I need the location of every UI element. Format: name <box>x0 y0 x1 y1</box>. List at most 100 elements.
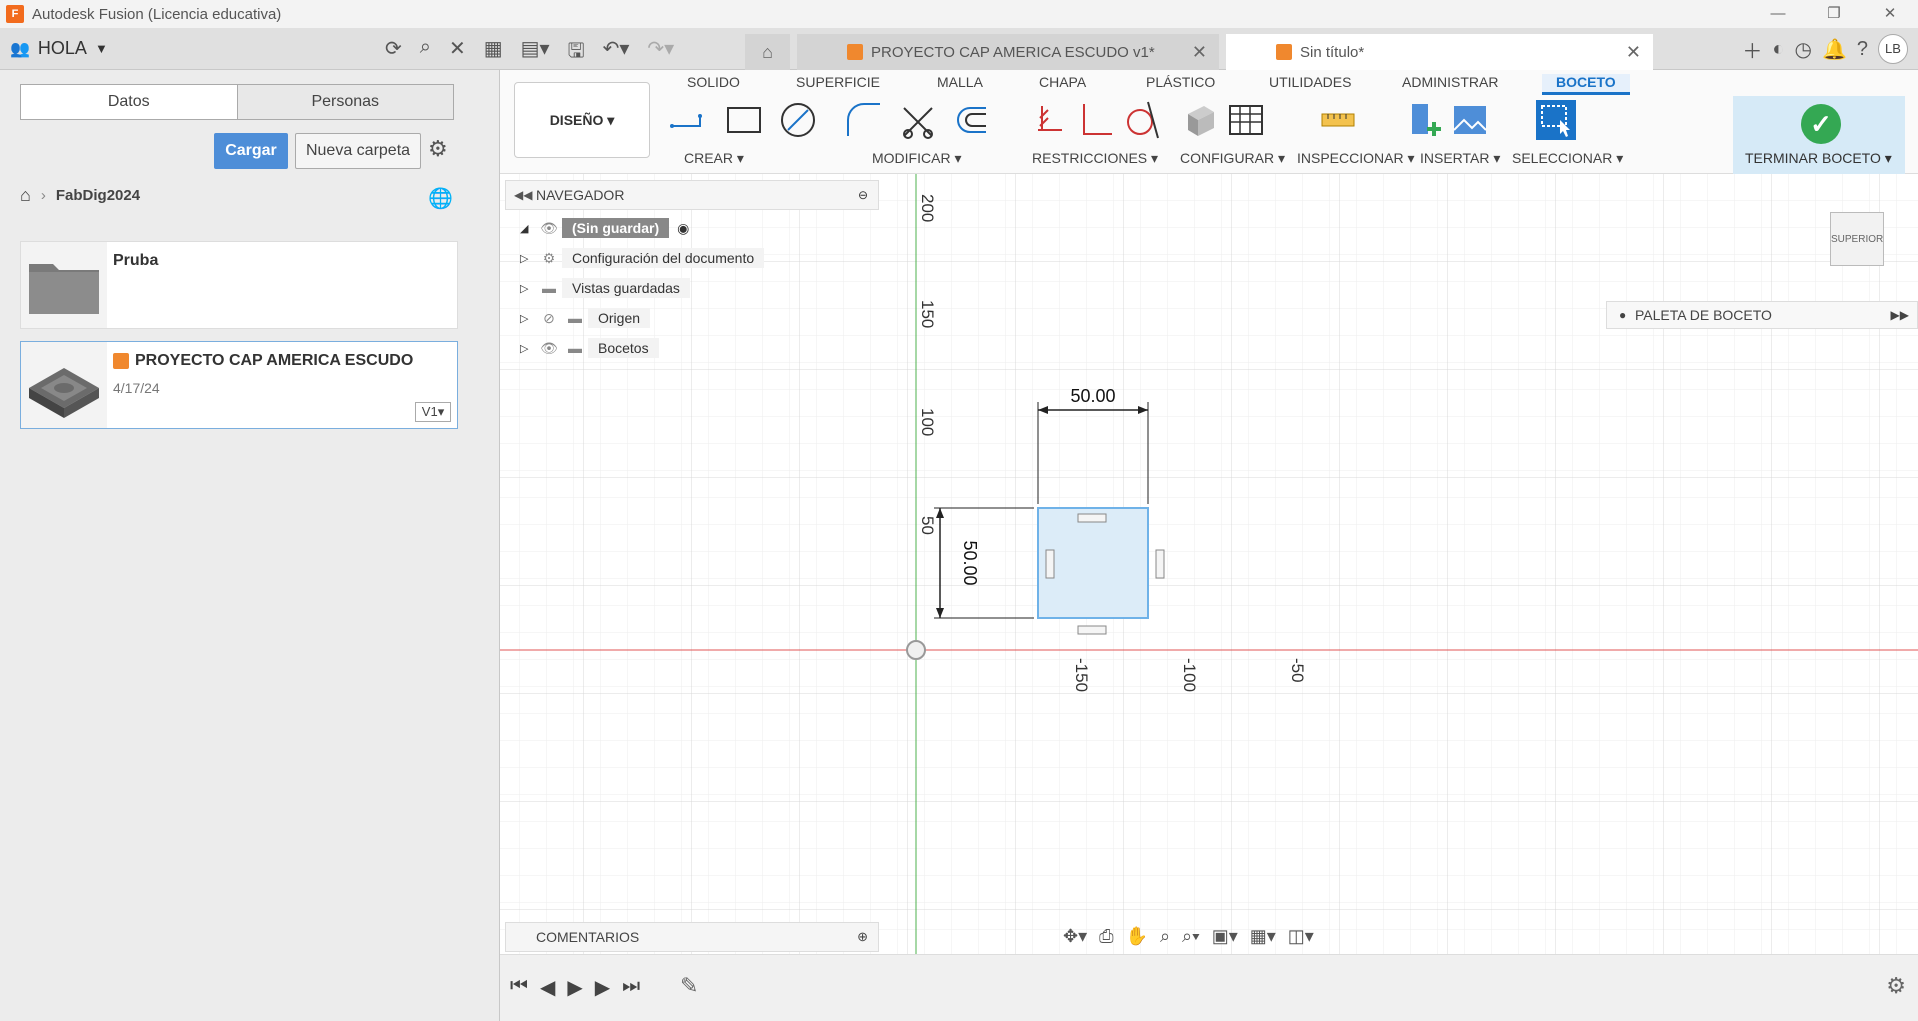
job-status-icon[interactable]: ◷ <box>1795 37 1812 62</box>
coincident-icon[interactable] <box>1030 100 1070 140</box>
close-tab-icon[interactable]: ✕ <box>1626 42 1641 63</box>
insert-component-icon[interactable] <box>1406 100 1446 140</box>
group-modificar[interactable]: MODIFICAR ▾ <box>872 150 961 167</box>
tab-personas[interactable]: Personas <box>238 85 454 119</box>
avatar[interactable]: LB <box>1878 34 1908 64</box>
redo-icon[interactable]: ↷▾ <box>647 36 674 70</box>
tree-item[interactable]: ▷ ▬ Vistas guardadas <box>520 278 690 298</box>
help-icon[interactable]: ? <box>1857 38 1868 61</box>
pan-icon[interactable]: ✋ <box>1126 926 1148 947</box>
eye-icon[interactable]: 👁 <box>536 220 562 237</box>
measure-icon[interactable] <box>1318 100 1358 140</box>
tangent-icon[interactable] <box>1122 100 1162 140</box>
globe-icon[interactable]: 🌐 <box>428 186 453 211</box>
zoom-window-icon[interactable]: ⌕▾ <box>1182 926 1200 947</box>
restore-icon[interactable]: ❐ <box>1806 0 1862 28</box>
radio-active-icon[interactable]: ◉ <box>677 220 689 237</box>
tree-item[interactable]: ▷ ⊘ ▬ Origen <box>520 308 651 328</box>
expand-right-icon[interactable]: ▷ <box>520 312 536 325</box>
tab-solido[interactable]: SOLIDO <box>687 74 740 90</box>
go-to-end-icon[interactable]: ⏭ <box>622 975 640 1000</box>
new-tab-icon[interactable]: ＋ <box>1742 35 1762 64</box>
display-settings-icon[interactable]: ▣▾ <box>1212 926 1238 947</box>
document-tab[interactable]: PROYECTO CAP AMERICA ESCUDO v1* ✕ <box>797 34 1219 70</box>
grid-settings-icon[interactable]: ▦▾ <box>1250 926 1276 947</box>
step-back-icon[interactable]: ◀ <box>540 975 555 1000</box>
tree-root[interactable]: ◢ 👁 (Sin guardar) ◉ <box>520 218 689 238</box>
tab-utilidades[interactable]: UTILIDADES <box>1269 74 1351 90</box>
close-panel-icon[interactable]: ✕ <box>449 36 466 70</box>
workspace-switcher[interactable]: DISEÑO ▾ <box>514 82 650 158</box>
apps-grid-icon[interactable]: ▦ <box>484 36 503 70</box>
expand-palette-icon[interactable]: ▶▶ <box>1891 302 1909 328</box>
minimize-icon[interactable]: — <box>1750 0 1806 28</box>
group-insertar[interactable]: INSERTAR ▾ <box>1420 150 1500 167</box>
expand-right-icon[interactable]: ▷ <box>520 282 536 295</box>
gear-icon[interactable]: ⚙ <box>1886 973 1906 999</box>
list-item[interactable]: PROYECTO CAP AMERICA ESCUDO 4/17/24 V1▾ <box>20 341 458 429</box>
team-selector[interactable]: 👥 HOLA ▼ <box>10 38 108 59</box>
group-crear[interactable]: CREAR ▾ <box>684 150 744 167</box>
extensions-icon[interactable]: ◐ <box>1772 38 1784 61</box>
tab-datos[interactable]: Datos <box>21 85 238 119</box>
new-folder-button[interactable]: Nueva carpeta <box>295 133 421 169</box>
comments-panel[interactable]: COMENTARIOS ⊕ <box>505 922 879 952</box>
tab-administrar[interactable]: ADMINISTRAR <box>1402 74 1498 90</box>
box-config-icon[interactable] <box>1180 100 1220 140</box>
file-menu-icon[interactable]: ▤▾ <box>521 36 550 70</box>
zoom-icon[interactable]: ⌕ <box>1160 926 1170 947</box>
tree-item[interactable]: ▷ ⚙ Configuración del documento <box>520 248 765 268</box>
tab-superficie[interactable]: SUPERFICIE <box>796 74 880 90</box>
sketch-palette[interactable]: ● PALETA DE BOCETO ▶▶ <box>1606 301 1918 329</box>
undo-icon[interactable]: ↶▾ <box>603 36 630 70</box>
select-icon[interactable] <box>1536 100 1576 140</box>
fillet-icon[interactable] <box>844 100 884 140</box>
close-tab-icon[interactable]: ✕ <box>1192 42 1207 63</box>
tab-malla[interactable]: MALLA <box>937 74 983 90</box>
add-comment-icon[interactable]: ⊕ <box>857 923 868 951</box>
expand-down-icon[interactable]: ◢ <box>520 222 536 235</box>
look-at-icon[interactable]: ⎙ <box>1099 926 1113 947</box>
expand-right-icon[interactable]: ▷ <box>520 342 536 355</box>
list-item[interactable]: Pruba <box>20 241 458 329</box>
step-forward-icon[interactable]: ▶ <box>595 975 610 1000</box>
collapse-icon[interactable]: ◀◀ <box>514 181 532 209</box>
expand-right-icon[interactable]: ▷ <box>520 252 536 265</box>
home-icon[interactable]: ⌂ <box>20 185 31 206</box>
tab-boceto[interactable]: BOCETO <box>1542 74 1630 95</box>
line-icon[interactable] <box>668 100 708 140</box>
group-inspeccionar[interactable]: INSPECCIONAR ▾ <box>1297 150 1415 167</box>
trim-icon[interactable] <box>898 100 938 140</box>
viewports-icon[interactable]: ◫▾ <box>1288 926 1314 947</box>
orbit-icon[interactable]: ✥▾ <box>1063 926 1087 947</box>
home-tab-icon[interactable]: ⌂ <box>745 34 790 70</box>
tab-plastico[interactable]: PLÁSTICO <box>1146 74 1215 90</box>
close-window-icon[interactable]: ✕ <box>1862 0 1918 28</box>
insert-image-icon[interactable] <box>1450 100 1490 140</box>
finish-sketch-button[interactable]: ✓ TERMINAR BOCETO ▾ <box>1733 96 1905 174</box>
go-to-start-icon[interactable]: ⏮ <box>510 975 528 1000</box>
document-tab-active[interactable]: Sin título* ✕ <box>1226 34 1653 70</box>
gear-icon[interactable]: ⚙ <box>428 136 448 162</box>
group-configurar[interactable]: CONFIGURAR ▾ <box>1180 150 1285 167</box>
sketch-timeline-icon[interactable]: ✎ <box>680 973 698 999</box>
group-seleccionar[interactable]: SELECCIONAR ▾ <box>1512 150 1623 167</box>
version-dropdown[interactable]: V1▾ <box>415 402 451 422</box>
group-restricciones[interactable]: RESTRICCIONES ▾ <box>1032 150 1158 167</box>
rectangle-icon[interactable] <box>724 100 764 140</box>
search-icon[interactable]: ⌕ <box>420 36 431 70</box>
circle-icon[interactable] <box>778 100 818 140</box>
tree-item[interactable]: ▷ 👁 ▬ Bocetos <box>520 338 659 358</box>
eye-icon[interactable]: 👁 <box>536 340 562 357</box>
tab-chapa[interactable]: CHAPA <box>1039 74 1086 90</box>
eye-hidden-icon[interactable]: ⊘ <box>536 310 562 327</box>
view-cube[interactable]: SUPERIOR <box>1830 212 1884 266</box>
upload-button[interactable]: Cargar <box>214 133 288 169</box>
sketch-canvas[interactable]: 50.00 50.00 200 150 100 50 -150 -100 -50 <box>500 174 1918 954</box>
minus-icon[interactable]: ⊖ <box>858 181 868 209</box>
offset-icon[interactable] <box>950 100 990 140</box>
breadcrumb-project[interactable]: FabDig2024 <box>56 187 140 204</box>
play-icon[interactable]: ▶ <box>567 975 582 1000</box>
notifications-icon[interactable]: 🔔 <box>1822 37 1847 62</box>
parameters-table-icon[interactable] <box>1226 100 1266 140</box>
